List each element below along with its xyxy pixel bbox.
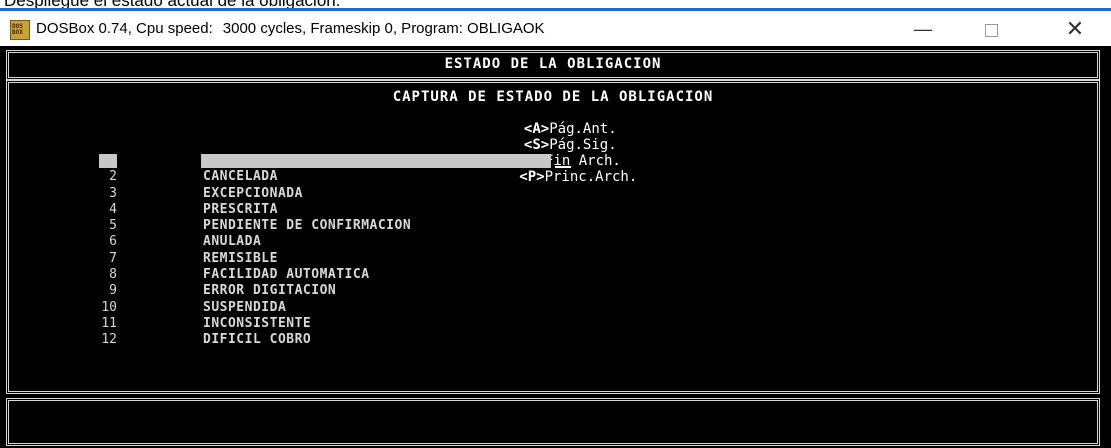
- status-list: 1 VIGENTE 2 CANCELADA 3 EXCEPCIONADA 4 PRES…: [81, 153, 601, 349]
- capture-title: CAPTURA DE ESTADO DE LA OBLIGACION: [392, 89, 714, 105]
- list-item-label: EXCEPCIONADA: [203, 185, 303, 201]
- list-item-label: DIFICIL COBRO: [203, 332, 312, 348]
- list-item[interactable]: 8 FACILIDAD AUTOMATICA: [81, 267, 601, 283]
- list-item-label: ANULADA: [203, 234, 262, 250]
- footer-frame: [6, 398, 1100, 446]
- selection-highlight: [99, 154, 117, 168]
- list-item-label: INCONSISTENTE: [203, 315, 312, 331]
- window-title-status: 3000 cycles, Frameskip 0, Program: OBLIG…: [222, 20, 545, 37]
- list-item[interactable]: 11 INCONSISTENTE: [81, 316, 601, 332]
- minimize-icon: —: [914, 19, 932, 39]
- main-frame: CAPTURA DE ESTADO DE LA OBLIGACION <A>Pá…: [6, 80, 1100, 394]
- list-item-number: 4: [109, 201, 117, 217]
- list-item[interactable]: 5 PENDIENTE DE CONFIRMACION: [81, 218, 601, 234]
- close-button[interactable]: ✕: [1052, 12, 1098, 46]
- list-item[interactable]: 9 ERROR DIGITACION: [81, 283, 601, 299]
- text-cursor: [555, 166, 571, 168]
- list-item-number: 7: [109, 250, 117, 266]
- list-item-number: 3: [109, 185, 117, 201]
- top-caption-strip: Despliegue el estado actual de la obliga…: [0, 0, 1111, 12]
- window-title-app: DOSBox 0.74, Cpu speed:: [36, 20, 213, 37]
- nav-key-next[interactable]: <S>Pág.Sig.: [524, 137, 617, 153]
- list-item-number: 9: [109, 283, 117, 299]
- list-item-label: CANCELADA: [203, 169, 278, 185]
- list-item-selected[interactable]: 1 VIGENTE: [81, 153, 601, 232]
- list-item-number: 8: [109, 267, 117, 283]
- list-item-label: SUSPENDIDA: [203, 299, 287, 315]
- window-titlebar[interactable]: DOS BOX DOSBox 0.74, Cpu speed: 3000 cycl…: [0, 12, 1111, 46]
- close-icon: ✕: [1065, 16, 1085, 41]
- list-item-number: 6: [109, 234, 117, 250]
- list-item-number: 5: [109, 218, 117, 234]
- list-item[interactable]: 4 PRESCRITA: [81, 202, 601, 218]
- list-item-label: ERROR DIGITACION: [203, 283, 337, 299]
- list-item-number: 11: [101, 315, 117, 331]
- caption-underline: [0, 8, 1111, 11]
- nav-key-prev[interactable]: <A>Pág.Ant.: [524, 121, 617, 137]
- header-frame: ESTADO DE LA OBLIGACION: [6, 50, 1100, 80]
- list-item[interactable]: 7 REMISIBLE: [81, 251, 601, 267]
- list-item-label: FACILIDAD AUTOMATICA: [203, 267, 370, 283]
- list-item[interactable]: 10 SUSPENDIDA: [81, 300, 601, 316]
- list-item-number: 12: [101, 332, 117, 348]
- window-title: DOSBox 0.74, Cpu speed: 3000 cycles, Fram…: [36, 20, 545, 37]
- dos-screen[interactable]: ESTADO DE LA OBLIGACION CAPTURA DE ESTAD…: [0, 46, 1111, 448]
- list-item[interactable]: 3 EXCEPCIONADA: [81, 186, 601, 202]
- maximize-button[interactable]: [968, 12, 1014, 46]
- list-item[interactable]: 2 CANCELADA: [81, 169, 601, 185]
- minimize-button[interactable]: —: [900, 12, 946, 46]
- list-item[interactable]: 6 ANULADA: [81, 234, 601, 250]
- list-item[interactable]: 12 DIFICIL COBRO: [81, 332, 601, 348]
- selection-highlight: [201, 154, 551, 168]
- list-item-label: PENDIENTE DE CONFIRMACION: [203, 218, 412, 234]
- list-item-number: 2: [109, 169, 117, 185]
- list-item-label: PRESCRITA: [203, 201, 278, 217]
- screen-title: ESTADO DE LA OBLIGACION: [444, 56, 662, 72]
- list-item-number: 10: [101, 299, 117, 315]
- maximize-icon: [984, 23, 998, 37]
- list-item-label: REMISIBLE: [203, 250, 278, 266]
- dosbox-app-icon[interactable]: DOS BOX: [10, 20, 30, 40]
